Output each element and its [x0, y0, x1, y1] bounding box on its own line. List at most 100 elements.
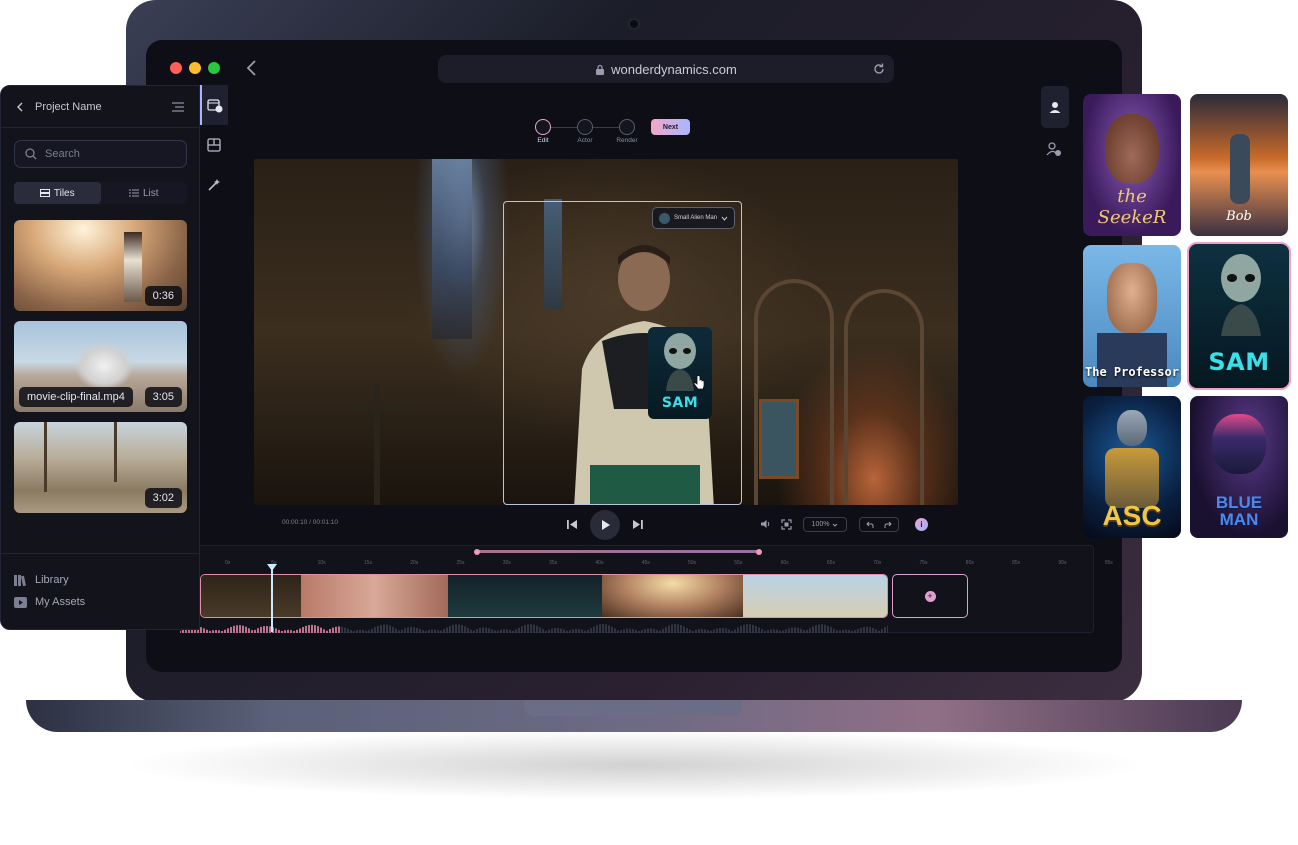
browser-back-button[interactable] — [244, 58, 260, 78]
window-maximize-button[interactable] — [208, 62, 220, 74]
skip-back-icon[interactable] — [566, 519, 578, 530]
chevron-left-icon[interactable] — [15, 102, 25, 112]
video-icon — [14, 596, 27, 608]
playhead[interactable] — [267, 564, 277, 632]
step-actor-label: Actor — [577, 137, 593, 144]
timeline-tick: 90s — [1058, 560, 1067, 566]
tool-magic[interactable] — [200, 165, 228, 205]
stained-glass-window — [432, 159, 472, 339]
project-name: Project Name — [35, 100, 102, 113]
tab-tiles[interactable]: Tiles — [14, 182, 101, 204]
next-button[interactable]: Next — [651, 119, 690, 135]
play-icon — [602, 520, 610, 530]
nav-library[interactable]: Library — [14, 574, 69, 586]
actor-avatar — [659, 212, 670, 224]
layout-icon — [207, 138, 221, 152]
window-minimize-button[interactable] — [189, 62, 201, 74]
timeline-tick: 20s — [410, 560, 419, 566]
menu-icon[interactable] — [171, 101, 185, 112]
actor-card-seeker[interactable]: the SeekeR — [1083, 94, 1181, 236]
trim-end-handle[interactable] — [756, 548, 762, 555]
actor-card-blue-man[interactable]: BLUE MAN — [1190, 396, 1288, 538]
actor-card-sam-selected[interactable]: SAM — [1187, 242, 1291, 390]
window-close-button[interactable] — [170, 62, 182, 74]
fullscreen-icon[interactable] — [781, 519, 792, 530]
step-connector — [551, 127, 577, 128]
actor-card-name: BLUE MAN — [1215, 493, 1263, 529]
search-field[interactable]: Search — [14, 140, 187, 168]
clip-thumbnail[interactable]: 0:36 — [14, 220, 187, 311]
timeline-tick: 95s — [1104, 560, 1113, 566]
reload-icon[interactable] — [872, 62, 886, 76]
webcam — [628, 18, 640, 30]
lock-icon — [596, 64, 605, 75]
sidebar-header: Project Name — [1, 86, 199, 128]
hand-cursor-icon — [693, 375, 705, 390]
info-icon[interactable]: i — [915, 518, 928, 531]
dragged-actor-card[interactable]: SAM — [648, 327, 712, 419]
project-sidebar: Project Name Search Tiles List 0:36 movi… — [0, 85, 200, 630]
volume-icon[interactable] — [760, 519, 771, 529]
clip-duration: 3:05 — [144, 387, 182, 407]
play-button[interactable] — [590, 510, 620, 540]
clip-frame — [201, 575, 301, 617]
character-figure — [1212, 414, 1266, 474]
timeline-tick: 75s — [919, 560, 928, 566]
pole-shape — [114, 422, 117, 482]
redo-icon[interactable] — [884, 521, 892, 529]
add-clip-button[interactable]: + — [892, 574, 968, 618]
timecode: 00:00:10 / 00:01:10 — [282, 519, 339, 526]
undo-redo-group — [859, 517, 899, 532]
step-render-label: Render — [616, 137, 638, 144]
clip-strip[interactable] — [200, 574, 888, 618]
timeline-tick: 85s — [1012, 560, 1021, 566]
step-edit-indicator[interactable] — [535, 119, 551, 135]
trim-start-handle[interactable] — [474, 548, 480, 555]
actor-card-name: SAM — [1208, 348, 1270, 376]
url-text: wonderdynamics.com — [611, 61, 737, 77]
timeline-tick: 40s — [595, 560, 604, 566]
step-connector — [593, 127, 619, 128]
clip-duration: 0:36 — [144, 286, 182, 306]
alien-figure — [1221, 254, 1261, 336]
view-toggle: Tiles List — [14, 182, 187, 204]
actor-card-name: the SeekeR — [1097, 186, 1167, 228]
tool-clips[interactable] — [200, 85, 228, 125]
clip-figure — [74, 341, 134, 391]
laptop-shadow — [120, 730, 1150, 800]
actor-card-name: The Professor — [1085, 365, 1179, 379]
actor-card-asc[interactable]: ASC — [1083, 396, 1181, 538]
skip-forward-icon[interactable] — [632, 519, 644, 530]
trim-range-fill — [477, 550, 759, 553]
church-door — [759, 399, 799, 479]
tool-layout[interactable] — [200, 125, 228, 165]
step-render-indicator[interactable] — [619, 119, 635, 135]
user-icon — [1049, 102, 1061, 113]
clip-figure — [124, 232, 142, 302]
tab-list[interactable]: List — [101, 182, 188, 204]
actor-dropdown[interactable]: Small Alien Man — [652, 207, 735, 229]
overlay-card-name: SAM — [661, 395, 699, 411]
actor-panel-button[interactable] — [1041, 86, 1069, 128]
timeline-tick: 0s — [225, 560, 231, 566]
actor-card-professor[interactable]: The Professor — [1083, 245, 1181, 387]
step-edit-label: Edit — [537, 137, 549, 144]
robot-body — [1105, 448, 1159, 508]
actor-card-bob[interactable]: Bob — [1190, 94, 1288, 236]
add-user-icon[interactable] — [1046, 141, 1062, 157]
clip-frame — [743, 575, 887, 617]
search-icon — [25, 148, 37, 160]
trim-range[interactable] — [474, 548, 762, 555]
clip-thumbnail[interactable]: 3:02 — [14, 422, 187, 513]
zoom-select[interactable]: 100% — [803, 517, 847, 532]
character-figure — [1230, 134, 1250, 204]
nav-my-assets[interactable]: My Assets — [14, 596, 85, 608]
nav-my-assets-label: My Assets — [35, 596, 86, 608]
clip-frame — [300, 575, 449, 617]
chevron-down-icon — [721, 216, 728, 221]
undo-icon[interactable] — [866, 521, 874, 529]
clip-thumbnail[interactable]: movie-clip-final.mp4 3:05 — [14, 321, 187, 412]
step-actor-indicator[interactable] — [577, 119, 593, 135]
address-bar[interactable]: wonderdynamics.com — [438, 55, 894, 83]
pole-shape — [44, 422, 47, 492]
